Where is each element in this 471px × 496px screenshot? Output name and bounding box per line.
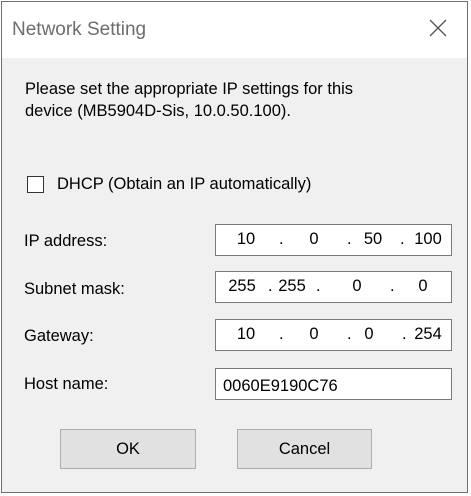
dhcp-checkbox[interactable] [27,175,44,193]
ip-address-input[interactable]: 10 . 0 . 50 . 100 [215,224,452,256]
ip-address-dot-3: . [400,230,405,248]
close-icon [429,19,447,37]
cancel-button[interactable]: Cancel [237,429,372,469]
subnet-mask-dot-2: . [316,277,321,295]
close-button[interactable] [413,2,467,58]
title-bar: Network Setting [2,2,467,58]
ip-address-octet-4[interactable]: 100 [408,230,448,249]
gateway-dot-3: . [402,325,407,343]
ip-address-dot-1: . [279,230,284,248]
host-name-input[interactable] [215,368,452,400]
host-name-label: Host name: [24,375,109,393]
gateway-octet-4[interactable]: 254 [408,325,448,344]
ip-address-octet-1[interactable]: 10 [226,230,266,249]
gateway-octet-3[interactable]: 0 [349,325,389,344]
subnet-mask-octet-2[interactable]: 255 [272,277,312,296]
instruction-line-1: Please set the appropriate IP settings f… [25,80,354,98]
ip-address-octet-3[interactable]: 50 [353,230,393,249]
subnet-mask-dot-3: . [390,277,395,295]
ip-address-label: IP address: [24,232,108,250]
ip-address-dot-2: . [347,230,352,248]
gateway-input[interactable]: 10 . 0 . 0 . 254 [215,319,452,351]
ip-address-octet-2[interactable]: 0 [294,230,334,249]
subnet-mask-label: Subnet mask: [24,280,125,298]
gateway-dot-1: . [279,325,284,343]
gateway-octet-1[interactable]: 10 [226,325,266,344]
dialog-title: Network Setting [12,19,147,40]
subnet-mask-octet-1[interactable]: 255 [222,277,262,296]
subnet-mask-octet-4[interactable]: 0 [403,277,443,296]
gateway-label: Gateway: [24,327,94,345]
subnet-mask-octet-3[interactable]: 0 [337,277,377,296]
instruction-line-2: device (MB5904D-Sis, 10.0.50.100). [25,102,291,120]
dhcp-option[interactable]: DHCP (Obtain an IP automatically) [27,172,311,196]
subnet-mask-input[interactable]: 255 . 255 . 0 . 0 [215,271,452,303]
gateway-octet-2[interactable]: 0 [294,325,334,344]
ok-button[interactable]: OK [60,429,196,469]
dhcp-label: DHCP (Obtain an IP automatically) [57,174,312,193]
instruction-message: Please set the appropriate IP settings f… [25,78,445,122]
network-setting-dialog: Network Setting Please set the appropria… [1,1,468,493]
